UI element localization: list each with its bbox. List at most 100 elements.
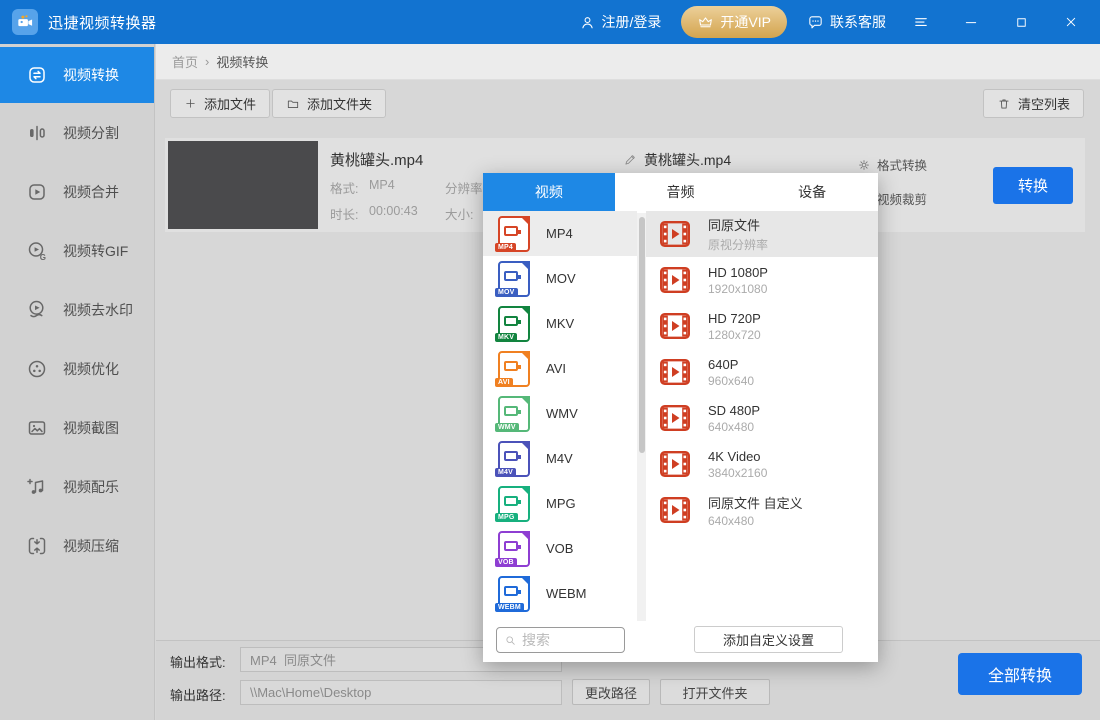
crown-icon [697, 14, 714, 31]
resolution-item[interactable]: 同原文件 原视分辨率 [646, 211, 878, 257]
add-file-button[interactable]: 添加文件 [170, 89, 270, 118]
format-file-icon: AVI [498, 351, 530, 387]
video-compress-icon [25, 534, 49, 558]
format-file-icon: WMV [498, 396, 530, 432]
sidebar-item[interactable]: 视频分割 [0, 103, 154, 162]
video-screenshot-icon [25, 416, 49, 440]
video-music-icon [25, 475, 49, 499]
format-item[interactable]: WEBM WEBM [483, 571, 637, 616]
resolution-list: 同原文件 原视分辨率 HD 1080P 1920x10 [646, 211, 878, 533]
format-item[interactable]: MKV MKV [483, 301, 637, 346]
convert-button[interactable]: 转换 [993, 167, 1073, 204]
film-play-icon [660, 221, 690, 247]
video-remove-watermark-icon [25, 298, 49, 322]
format-popup: 视频 音频 设备 MP4 MP4 MOV MOV [483, 173, 878, 662]
film-play-icon [660, 313, 690, 339]
video-split-icon [25, 121, 49, 145]
format-item[interactable]: MP4 MP4 [483, 211, 637, 256]
format-label: 格式: [330, 178, 358, 197]
resolution-item[interactable]: 同原文件 自定义 640x480 [646, 487, 878, 533]
format-item[interactable]: VOB VOB [483, 526, 637, 571]
login-button[interactable]: 注册/登录 [579, 12, 662, 32]
format-file-icon: WEBM [498, 576, 530, 612]
trash-icon [997, 97, 1011, 111]
format-convert-action[interactable]: 格式转换 [857, 155, 927, 174]
open-folder-button[interactable]: 打开文件夹 [660, 679, 770, 705]
duration-value: 00:00:43 [369, 204, 418, 218]
video-thumbnail [168, 141, 318, 229]
sidebar-item[interactable]: 视频优化 [0, 339, 154, 398]
breadcrumb-current: 视频转换 [216, 52, 268, 71]
film-play-icon [660, 497, 690, 523]
output-path-field[interactable] [240, 680, 562, 705]
sidebar-item[interactable]: 视频配乐 [0, 457, 154, 516]
resolution-item[interactable]: SD 480P 640x480 [646, 395, 878, 441]
popup-tab[interactable]: 音频 [615, 173, 747, 211]
add-custom-settings-button[interactable]: 添加自定义设置 [694, 626, 843, 653]
gear-icon [857, 158, 871, 172]
change-path-button[interactable]: 更改路径 [572, 679, 650, 705]
breadcrumb: 首页 › 视频转换 [156, 44, 1100, 80]
format-list-scrollbar[interactable] [637, 213, 646, 621]
svg-text:G: G [40, 253, 46, 262]
film-play-icon [660, 359, 690, 385]
size-label: 大小: [445, 204, 473, 223]
popup-tab[interactable]: 视频 [483, 173, 615, 211]
film-play-icon [660, 451, 690, 477]
video-optimize-icon [25, 357, 49, 381]
pencil-icon [623, 153, 637, 167]
add-folder-button[interactable]: 添加文件夹 [272, 89, 386, 118]
popup-tabs: 视频 音频 设备 [483, 173, 878, 211]
search-input[interactable] [522, 632, 607, 648]
format-item[interactable]: MOV MOV [483, 256, 637, 301]
convert-all-button[interactable]: 全部转换 [958, 653, 1082, 695]
breadcrumb-home[interactable]: 首页 [172, 52, 198, 71]
duration-label: 时长: [330, 204, 358, 223]
close-button[interactable] [1056, 8, 1086, 36]
video-merge-icon [25, 180, 49, 204]
format-file-icon: M4V [498, 441, 530, 477]
resolution-item[interactable]: 4K Video 3840x2160 [646, 441, 878, 487]
popup-tab[interactable]: 设备 [746, 173, 878, 211]
sidebar-item[interactable]: 视频截图 [0, 398, 154, 457]
output-filename[interactable]: 黄桃罐头.mp4 [623, 150, 731, 170]
format-item[interactable]: WMV WMV [483, 391, 637, 436]
sidebar-item[interactable]: 视频转换 [0, 47, 154, 103]
film-play-icon [660, 267, 690, 293]
video-convert-icon [25, 63, 49, 87]
scrollbar-thumb[interactable] [639, 217, 645, 453]
resolution-item[interactable]: 640P 960x640 [646, 349, 878, 395]
sidebar-item[interactable]: 视频去水印 [0, 280, 154, 339]
format-file-icon: MPG [498, 486, 530, 522]
contact-support-button[interactable]: 联系客服 [807, 12, 886, 32]
clear-list-button[interactable]: 清空列表 [983, 89, 1084, 118]
maximize-button[interactable] [1006, 8, 1036, 36]
sidebar: 视频转换 视频分割 视频合并 G 视频转GIF 视频去水印 视频优化 视频截图 … [0, 44, 155, 720]
resolution-item[interactable]: HD 720P 1280x720 [646, 303, 878, 349]
output-path-label: 输出路径: [170, 685, 226, 704]
sidebar-item[interactable]: 视频压缩 [0, 516, 154, 575]
format-item[interactable]: MPG MPG [483, 481, 637, 526]
app-title: 迅捷视频转换器 [48, 12, 157, 33]
minimize-button[interactable] [956, 8, 986, 36]
format-item[interactable]: AVI AVI [483, 346, 637, 391]
file-title: 黄桃罐头.mp4 [330, 149, 423, 170]
format-file-icon: VOB [498, 531, 530, 567]
app-logo-icon [12, 9, 38, 35]
sidebar-item[interactable]: 视频合并 [0, 162, 154, 221]
format-list: MP4 MP4 MOV MOV MKV MKV [483, 211, 637, 616]
breadcrumb-separator: › [205, 54, 209, 69]
format-value: MP4 [369, 178, 395, 192]
format-file-icon: MKV [498, 306, 530, 342]
chat-icon [807, 14, 824, 31]
video-to-gif-icon: G [25, 239, 49, 263]
menu-icon[interactable] [906, 8, 936, 36]
format-search-box[interactable] [496, 627, 625, 653]
sidebar-item[interactable]: G 视频转GIF [0, 221, 154, 280]
plus-icon [184, 97, 197, 110]
resolution-item[interactable]: HD 1080P 1920x1080 [646, 257, 878, 303]
output-format-label: 输出格式: [170, 652, 226, 671]
format-item[interactable]: M4V M4V [483, 436, 637, 481]
open-vip-button[interactable]: 开通VIP [681, 6, 787, 38]
person-icon [579, 14, 596, 31]
